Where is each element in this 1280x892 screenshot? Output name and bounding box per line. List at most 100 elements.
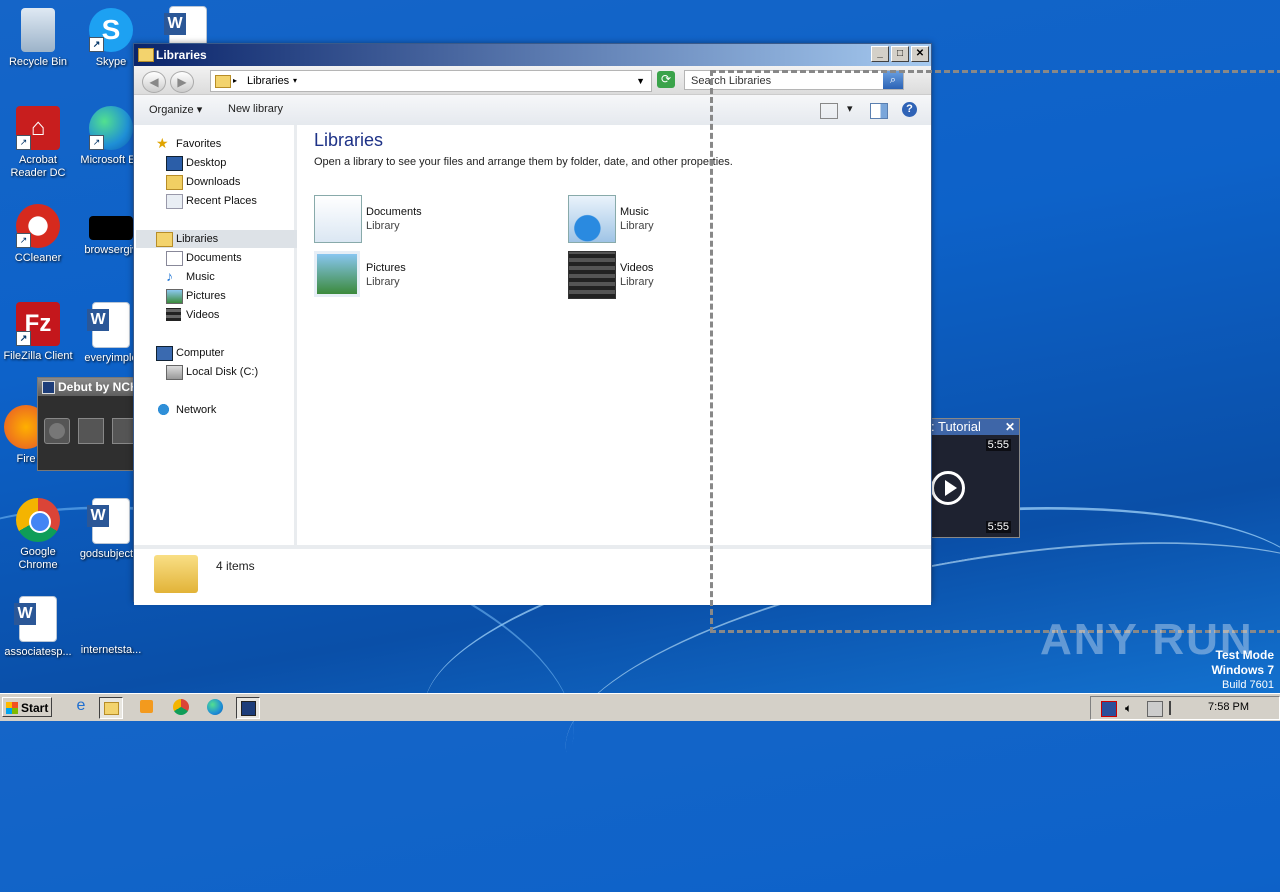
word-document-icon [14,596,57,642]
refresh-button[interactable]: ⟳ [657,71,675,88]
folder-icon [138,48,154,62]
pictures-library-icon [314,251,360,297]
nav-recent-places[interactable]: Recent Places [166,192,257,210]
nav-pictures[interactable]: Pictures [166,287,226,305]
breadcrumb[interactable]: ▸ Libraries ▾ ▼ [210,70,652,92]
navigation-pane: ★ Favorites Desktop Downloads Recent Plac… [134,125,314,545]
search-icon[interactable]: ⌕ [883,71,903,89]
chevron-right-icon[interactable]: ▸ [233,71,237,91]
chrome-taskbar-icon[interactable] [170,697,192,717]
new-library-button[interactable]: New library [228,103,283,115]
media-player-icon[interactable] [136,697,158,717]
close-icon[interactable]: ✕ [1005,420,1015,434]
content-pane: Libraries Open a library to see your fil… [297,125,931,545]
window-titlebar[interactable]: Libraries _ □ ✕ [134,44,931,66]
clock[interactable]: 7:58 PM [1208,701,1249,713]
command-toolbar: Organize ▾ New library ▾ ? [134,95,931,126]
nav-libraries[interactable]: Libraries [136,230,314,248]
edge-icon [207,699,223,715]
start-button[interactable]: Start [2,697,52,717]
nav-videos[interactable]: Videos [166,306,219,324]
video-preview-widget[interactable]: : Tutorial ✕ 5:55 5:55 [928,418,1020,538]
word-document-icon [87,498,130,544]
play-icon[interactable] [931,471,965,505]
details-pane: 4 items [134,545,931,605]
system-tray: 🔈︎ 7:58 PM [1090,696,1280,720]
search-input[interactable]: Search Libraries ⌕ [684,70,904,90]
taskbar: Start e 🔈︎ 7:58 PM [0,693,1280,721]
debut-taskbar-button[interactable] [236,697,260,719]
nav-local-disk[interactable]: Local Disk (C:) [166,363,258,381]
nav-network[interactable]: Network [156,401,216,419]
desktop-icon-associatesp[interactable]: associatesp... [0,596,76,659]
file-icon [89,216,133,240]
window-title: Libraries [156,48,207,62]
chevron-down-icon[interactable]: ▾ [293,71,297,91]
downloads-folder-icon [166,175,183,190]
desktop-icon-recycle-bin[interactable]: Recycle Bin [0,8,76,69]
internet-explorer-icon[interactable]: e [70,697,92,717]
video-duration: 5:55 [985,521,1011,533]
volume-icon[interactable]: 🔈︎ [1125,701,1139,715]
back-button[interactable]: ◀ [142,71,166,93]
pause-button[interactable] [78,418,104,444]
desktop-icon-chrome[interactable]: Google Chrome [0,498,76,572]
debut-recorder-widget[interactable]: Debut by NCH [37,377,139,471]
test-mode-watermark: Test Mode Windows 7 Build 7601 [1211,648,1274,691]
nav-desktop[interactable]: Desktop [166,154,226,172]
nav-favorites[interactable]: ★ Favorites [156,135,221,153]
close-button[interactable]: ✕ [911,46,929,62]
breadcrumb-libraries[interactable]: Libraries [247,71,289,91]
desktop-icon-ccleaner[interactable]: ↗ CCleaner [0,204,76,265]
library-item-documents[interactable]: Documents Library [314,195,514,243]
organize-button[interactable]: Organize ▾ [149,103,202,116]
videos-library-icon [568,251,616,299]
videos-icon [166,308,181,321]
explorer-window: Libraries _ □ ✕ ◀ ▶ ▸ Libraries ▾ ▼ ⟳ Se… [133,43,932,605]
forward-button[interactable]: ▶ [170,71,194,93]
preview-pane-icon[interactable] [870,103,888,119]
recent-places-icon [166,194,183,209]
view-dropdown-icon[interactable]: ▾ [847,102,853,115]
desktop-icon-internetsta[interactable]: internetsta... [73,596,149,657]
filezilla-icon: Fz ↗ [16,302,60,346]
acrobat-icon: ⌂ ↗ [16,106,60,150]
ccleaner-icon: ↗ [16,204,60,248]
music-icon: ♪ [166,268,173,284]
explorer-taskbar-button[interactable] [99,697,123,719]
minimize-button[interactable]: _ [871,46,889,62]
help-icon[interactable]: ? [902,102,917,117]
desktop-icon [166,156,183,171]
music-library-icon [568,195,616,243]
folder-icon [104,702,119,715]
nav-documents[interactable]: Documents [166,249,242,267]
change-view-icon[interactable] [820,103,838,119]
nav-music[interactable]: ♪ Music [166,268,215,286]
network-icon [156,403,171,416]
nav-downloads[interactable]: Downloads [166,173,240,191]
record-button[interactable] [44,418,70,444]
library-item-pictures[interactable]: Pictures Library [314,251,514,299]
page-subtitle: Open a library to see your files and arr… [314,156,733,168]
desktop-icon-filezilla[interactable]: Fz ↗ FileZilla Client [0,302,76,363]
library-item-music[interactable]: Music Library [568,195,768,243]
flag-icon[interactable] [1169,701,1185,715]
recorder-tray-icon[interactable] [1101,701,1117,717]
edge-icon: ↗ [89,106,133,150]
network-tray-icon[interactable] [1147,701,1163,717]
item-count: 4 items [216,559,255,573]
edge-taskbar-icon[interactable] [204,697,226,717]
skype-icon: S ↗ [89,8,133,52]
libraries-icon [215,75,231,88]
address-dropdown-icon[interactable]: ▼ [636,71,645,91]
maximize-button[interactable]: □ [891,46,909,62]
desktop-icon-acrobat[interactable]: ⌂ ↗ Acrobat Reader DC [0,106,76,180]
page-title: Libraries [314,130,384,150]
file-icon [89,596,133,640]
chrome-icon [173,699,189,715]
library-item-videos[interactable]: Videos Library [568,251,768,299]
computer-icon [156,346,173,361]
recycle-bin-icon [21,8,55,52]
save-disk-icon [241,701,256,716]
nav-computer[interactable]: Computer [156,344,224,362]
